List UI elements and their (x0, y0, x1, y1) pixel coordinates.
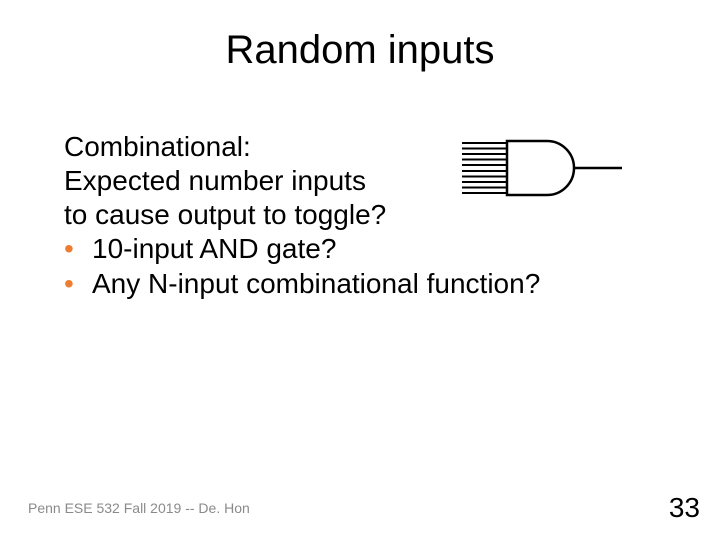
bullet-text: Any N-input combinational function? (92, 267, 540, 301)
bullet-item: • 10-input AND gate? (64, 232, 680, 266)
bullet-text: 10-input AND gate? (92, 232, 336, 266)
bullet-mark-icon: • (64, 232, 82, 266)
and-gate-icon (452, 133, 627, 208)
bullet-item: • Any N-input combinational function? (64, 267, 680, 301)
bullet-mark-icon: • (64, 267, 82, 301)
page-number: 33 (669, 492, 700, 524)
slide-title: Random inputs (0, 0, 720, 73)
footer-text: Penn ESE 532 Fall 2019 -- De. Hon (28, 500, 250, 516)
